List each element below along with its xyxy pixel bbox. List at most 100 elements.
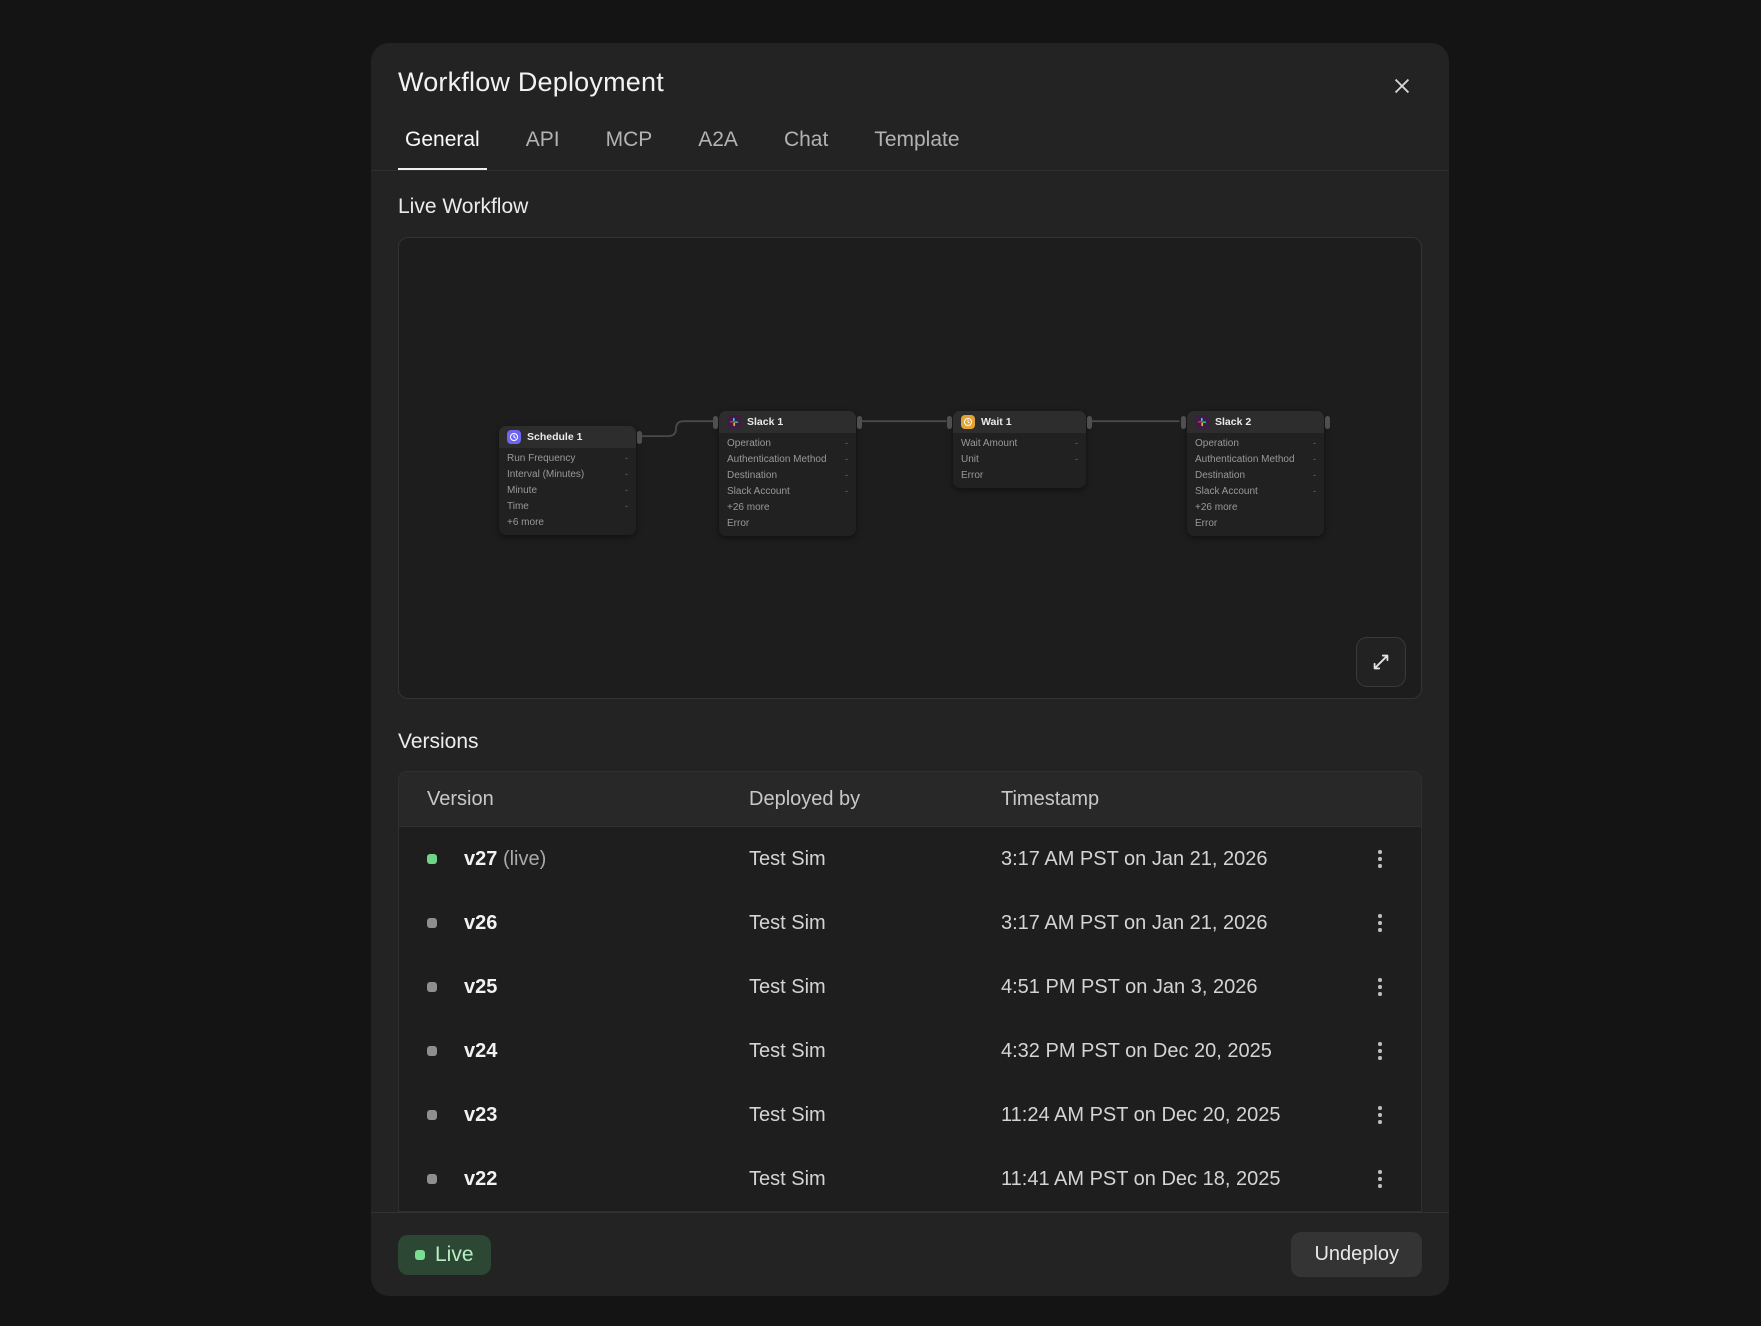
live-workflow-title: Live Workflow: [398, 195, 1422, 219]
version-label: v22: [464, 1168, 749, 1191]
field-value-placeholder: -: [625, 485, 628, 495]
node-fields: Wait Amount - Unit - Error: [953, 433, 1086, 488]
workflow-canvas[interactable]: Schedule 1 Run Frequency - Int: [398, 237, 1422, 699]
column-header-version: Version: [427, 788, 749, 811]
input-port[interactable]: [713, 416, 718, 429]
field-label: Unit: [961, 454, 979, 465]
timestamp: 3:17 AM PST on Jan 21, 2026: [1001, 848, 1357, 871]
field-label: Destination: [1195, 470, 1245, 481]
version-status-dot: [427, 982, 437, 992]
node-title: Wait 1: [981, 416, 1012, 428]
clock-icon: [507, 430, 521, 444]
dialog-header: Workflow Deployment General API MCP A2A …: [371, 43, 1449, 171]
tab[interactable]: MCP: [599, 128, 660, 170]
column-header-timestamp: Timestamp: [1001, 788, 1357, 811]
field-value-placeholder: -: [845, 438, 848, 448]
workflow-node-slack-2[interactable]: Slack 2 Operation -: [1187, 411, 1324, 536]
node-error-field: Error: [1187, 515, 1324, 531]
node-field: Destination -: [1187, 467, 1324, 483]
field-label: Interval (Minutes): [507, 469, 584, 480]
tab[interactable]: Chat: [777, 128, 835, 170]
undeploy-button[interactable]: Undeploy: [1291, 1232, 1422, 1277]
timestamp: 11:24 AM PST on Dec 20, 2025: [1001, 1104, 1357, 1127]
node-field: Slack Account -: [1187, 483, 1324, 499]
row-menu-button[interactable]: [1363, 906, 1397, 940]
node-header: Schedule 1: [499, 426, 636, 448]
node-header: Slack 1: [719, 411, 856, 433]
row-menu-button[interactable]: [1363, 842, 1397, 876]
node-more-fields: +6 more: [499, 514, 636, 530]
field-value-placeholder: -: [625, 469, 628, 479]
row-menu-button[interactable]: [1363, 1034, 1397, 1068]
table-row[interactable]: v27 (live) Test Sim 3:17 AM PST on Jan 2…: [399, 827, 1421, 891]
version-label: v24: [464, 1040, 749, 1063]
node-field: Operation -: [1187, 435, 1324, 451]
tab[interactable]: A2A: [691, 128, 745, 170]
versions-title: Versions: [398, 730, 1422, 754]
timestamp: 11:41 AM PST on Dec 18, 2025: [1001, 1168, 1357, 1191]
wait-timer-icon: [961, 415, 975, 429]
node-fields: Run Frequency - Interval (Minutes) - Min…: [499, 448, 636, 535]
output-port[interactable]: [1087, 416, 1092, 429]
node-header: Wait 1: [953, 411, 1086, 433]
table-row[interactable]: v24 Test Sim 4:32 PM PST on Dec 20, 2025: [399, 1019, 1421, 1083]
version-label: v23: [464, 1104, 749, 1127]
table-body: v27 (live) Test Sim 3:17 AM PST on Jan 2…: [399, 827, 1421, 1211]
expand-icon: [1370, 651, 1392, 673]
input-port[interactable]: [947, 416, 952, 429]
table-row[interactable]: v22 Test Sim 11:41 AM PST on Dec 18, 202…: [399, 1147, 1421, 1211]
dialog-title: Workflow Deployment: [398, 67, 1422, 98]
output-port[interactable]: [1325, 416, 1330, 429]
node-field: Run Frequency -: [499, 450, 636, 466]
field-value-placeholder: -: [845, 470, 848, 480]
field-value-placeholder: -: [1313, 438, 1316, 448]
field-label: Slack Account: [1195, 486, 1258, 497]
row-menu-button[interactable]: [1363, 1098, 1397, 1132]
close-button[interactable]: [1385, 69, 1419, 103]
field-label: Authentication Method: [727, 454, 827, 465]
deployed-by: Test Sim: [749, 1104, 1001, 1127]
dialog-body: Live Workflow Schedule 1: [371, 171, 1449, 1212]
row-menu-button[interactable]: [1363, 970, 1397, 1004]
output-port[interactable]: [857, 416, 862, 429]
output-port[interactable]: [637, 431, 642, 444]
field-label: Operation: [1195, 438, 1239, 449]
kebab-icon: [1378, 914, 1382, 918]
field-value-placeholder: -: [625, 501, 628, 511]
versions-table: Version Deployed by Timestamp v27 (live)…: [398, 771, 1422, 1212]
deployed-by: Test Sim: [749, 1040, 1001, 1063]
node-field: Interval (Minutes) -: [499, 466, 636, 482]
node-error-field: Error: [953, 467, 1086, 483]
tab[interactable]: Template: [867, 128, 966, 170]
input-port[interactable]: [1181, 416, 1186, 429]
tab-bar: General API MCP A2A Chat Template: [398, 128, 1422, 170]
slack-icon: [1195, 415, 1209, 429]
field-value-placeholder: -: [845, 486, 848, 496]
live-status-badge: Live: [398, 1235, 491, 1275]
field-label: Wait Amount: [961, 438, 1017, 449]
kebab-icon: [1378, 1042, 1382, 1046]
workflow-node-wait-1[interactable]: Wait 1 Wait Amount -: [953, 411, 1086, 488]
node-fields: Operation - Authentication Method - Dest…: [719, 433, 856, 536]
node-field: Slack Account -: [719, 483, 856, 499]
row-menu-button[interactable]: [1363, 1162, 1397, 1196]
field-value-placeholder: -: [1075, 454, 1078, 464]
table-row[interactable]: v26 Test Sim 3:17 AM PST on Jan 21, 2026: [399, 891, 1421, 955]
node-error-field: Error: [719, 515, 856, 531]
kebab-icon: [1378, 978, 1382, 982]
version-label: v25: [464, 976, 749, 999]
table-row[interactable]: v23 Test Sim 11:24 AM PST on Dec 20, 202…: [399, 1083, 1421, 1147]
tab[interactable]: General: [398, 128, 487, 170]
workflow-node-schedule-1[interactable]: Schedule 1 Run Frequency - Int: [499, 426, 636, 535]
table-row[interactable]: v25 Test Sim 4:51 PM PST on Jan 3, 2026: [399, 955, 1421, 1019]
workflow-node-slack-1[interactable]: Slack 1 Operation -: [719, 411, 856, 536]
field-value-placeholder: -: [625, 453, 628, 463]
field-label: Run Frequency: [507, 453, 575, 464]
node-title: Slack 2: [1215, 416, 1251, 428]
field-label: Slack Account: [727, 486, 790, 497]
field-value-placeholder: -: [845, 454, 848, 464]
expand-canvas-button[interactable]: [1356, 637, 1406, 687]
tab[interactable]: API: [519, 128, 567, 170]
deployed-by: Test Sim: [749, 976, 1001, 999]
table-header-row: Version Deployed by Timestamp: [399, 772, 1421, 827]
